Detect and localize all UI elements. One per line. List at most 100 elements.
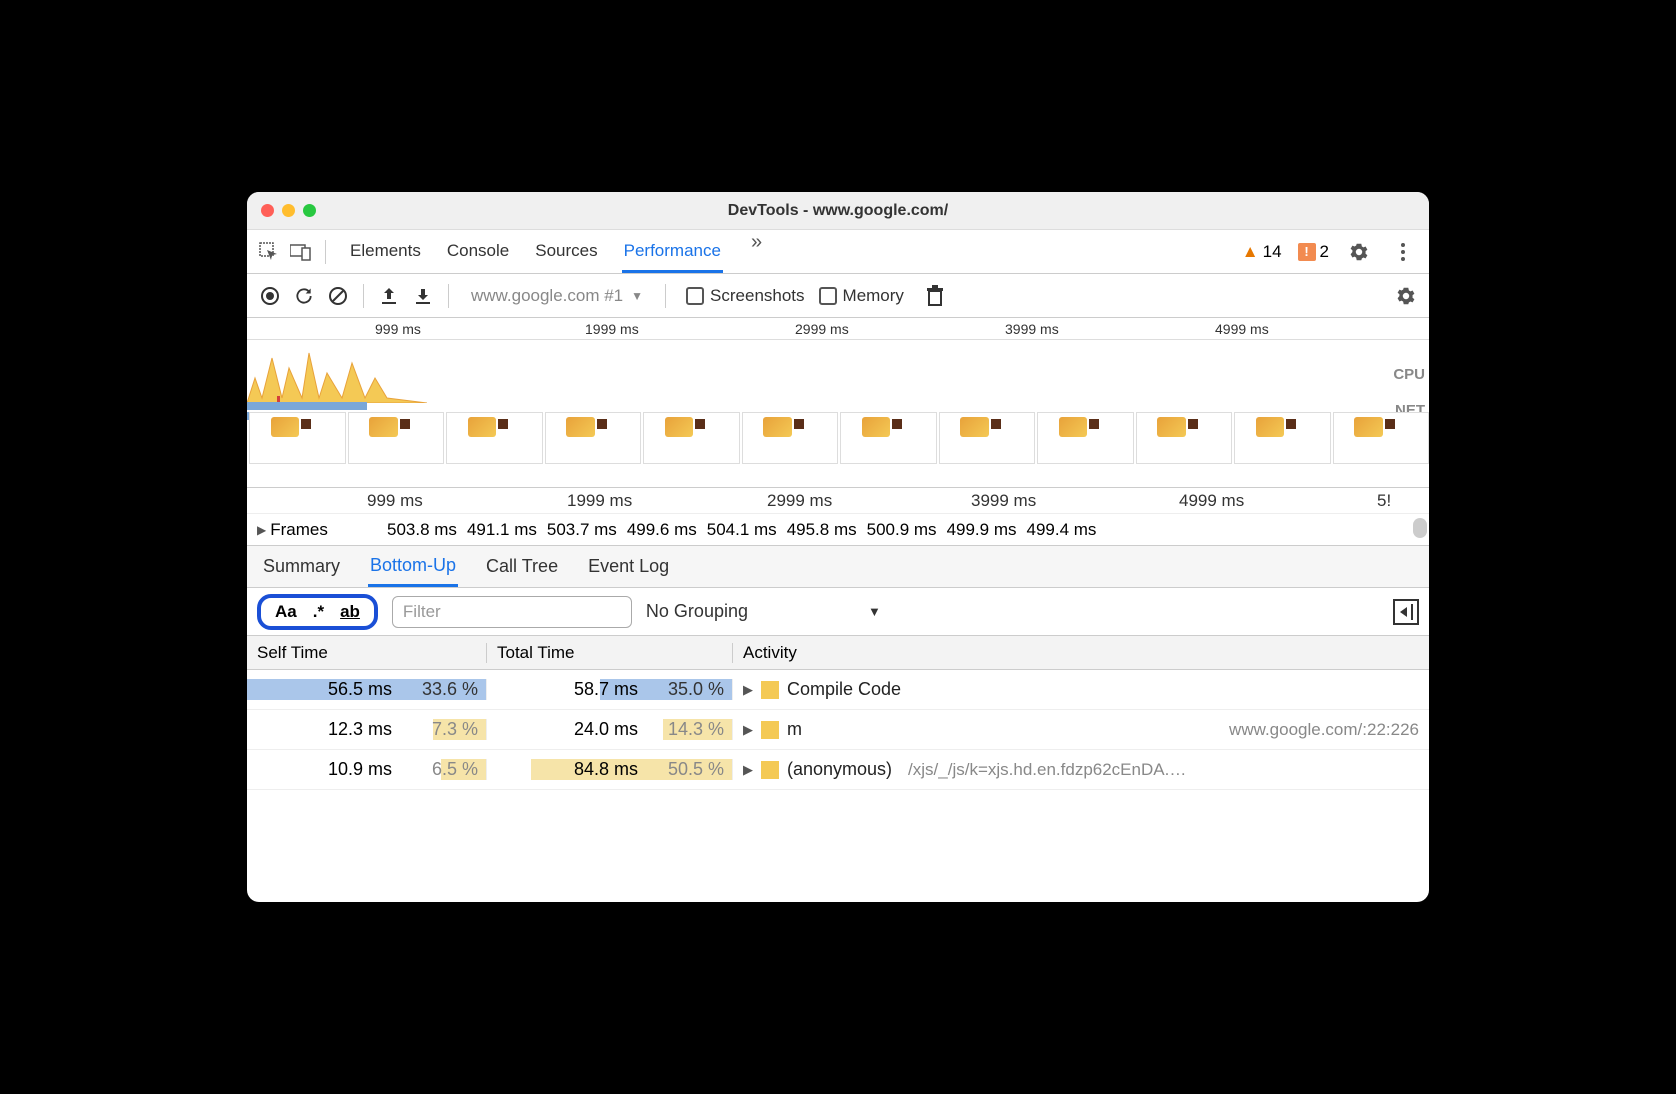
settings-icon[interactable] bbox=[1345, 238, 1373, 266]
more-menu-icon[interactable] bbox=[1389, 238, 1417, 266]
col-self-time[interactable]: Self Time bbox=[247, 643, 487, 663]
bottom-up-table: Self Time Total Time Activity 56.5 ms 33… bbox=[247, 636, 1429, 902]
self-time: 12.3 ms bbox=[292, 719, 392, 740]
chevron-down-icon: ▼ bbox=[631, 289, 643, 303]
filter-input[interactable] bbox=[392, 596, 632, 628]
frame-time: 503.8 ms bbox=[387, 520, 457, 540]
issues-button[interactable]: ! 2 bbox=[1298, 242, 1329, 262]
tab-elements[interactable]: Elements bbox=[348, 231, 423, 273]
more-tabs-button[interactable]: » bbox=[745, 231, 768, 273]
table-row[interactable]: 12.3 ms 7.3 % 24.0 ms 14.3 % ▶ m www.goo… bbox=[247, 710, 1429, 750]
tab-performance[interactable]: Performance bbox=[622, 231, 723, 273]
issues-count: 2 bbox=[1320, 242, 1329, 262]
tab-call-tree[interactable]: Call Tree bbox=[484, 548, 560, 585]
grouping-selector[interactable]: No Grouping ▼ bbox=[646, 601, 881, 622]
timeline-overview[interactable]: 999 ms 1999 ms 2999 ms 3999 ms 4999 ms C… bbox=[247, 318, 1429, 488]
inspect-element-icon[interactable] bbox=[255, 238, 283, 266]
cpu-waveform bbox=[247, 348, 427, 403]
activity-name: (anonymous) bbox=[787, 759, 892, 780]
table-header: Self Time Total Time Activity bbox=[247, 636, 1429, 670]
download-button[interactable] bbox=[408, 281, 438, 311]
frames-label: Frames bbox=[270, 520, 328, 540]
filter-toolbar: Aa .* ab No Grouping ▼ bbox=[247, 588, 1429, 636]
upload-button[interactable] bbox=[374, 281, 404, 311]
record-button[interactable] bbox=[255, 281, 285, 311]
filmstrip-frame[interactable] bbox=[939, 412, 1036, 464]
filmstrip-frame[interactable] bbox=[1037, 412, 1134, 464]
activity-source[interactable]: www.google.com/:22:226 bbox=[1229, 720, 1419, 740]
match-case-button[interactable]: Aa bbox=[275, 602, 297, 622]
scrollbar-thumb[interactable] bbox=[1413, 518, 1427, 538]
total-time: 24.0 ms bbox=[538, 719, 638, 740]
frames-track[interactable]: ▶ Frames 503.8 ms 491.1 ms 503.7 ms 499.… bbox=[247, 514, 1429, 546]
warnings-button[interactable]: ▲ 14 bbox=[1242, 242, 1282, 262]
overview-ruler: 999 ms 1999 ms 2999 ms 3999 ms 4999 ms bbox=[247, 318, 1429, 340]
filmstrip-frame[interactable] bbox=[545, 412, 642, 464]
self-pct: 33.6 % bbox=[398, 679, 478, 700]
memory-checkbox[interactable]: Memory bbox=[819, 286, 904, 306]
warnings-count: 14 bbox=[1263, 242, 1282, 262]
self-pct: 6.5 % bbox=[398, 759, 478, 780]
activity-category-icon bbox=[761, 761, 779, 779]
screenshots-checkbox[interactable]: Screenshots bbox=[686, 286, 805, 306]
col-activity[interactable]: Activity bbox=[733, 643, 1429, 663]
clear-button[interactable] bbox=[323, 281, 353, 311]
total-time: 84.8 ms bbox=[538, 759, 638, 780]
filmstrip-frame[interactable] bbox=[1234, 412, 1331, 464]
table-row[interactable]: 10.9 ms 6.5 % 84.8 ms 50.5 % ▶ (anonymou… bbox=[247, 750, 1429, 790]
filmstrip-frame[interactable] bbox=[249, 412, 346, 464]
frame-times: 503.8 ms 491.1 ms 503.7 ms 499.6 ms 504.… bbox=[387, 520, 1096, 540]
expand-icon[interactable]: ▶ bbox=[743, 722, 753, 738]
tab-summary[interactable]: Summary bbox=[261, 548, 342, 585]
toggle-sidebar-button[interactable] bbox=[1393, 599, 1419, 625]
frame-time: 495.8 ms bbox=[787, 520, 857, 540]
recording-label: www.google.com #1 bbox=[471, 286, 623, 306]
whole-word-button[interactable]: ab bbox=[340, 602, 360, 622]
tab-sources[interactable]: Sources bbox=[533, 231, 599, 273]
ruler-tick: 1999 ms bbox=[585, 321, 639, 337]
ruler-tick: 999 ms bbox=[375, 321, 421, 337]
filmstrip-frame[interactable] bbox=[840, 412, 937, 464]
regex-button[interactable]: .* bbox=[313, 602, 324, 622]
activity-source[interactable]: /xjs/_/js/k=xjs.hd.en.fdzp62cEnDA.… bbox=[908, 760, 1186, 780]
filmstrip-frame[interactable] bbox=[1136, 412, 1233, 464]
ruler-tick: 3999 ms bbox=[1005, 321, 1059, 337]
filmstrip-frame[interactable] bbox=[348, 412, 445, 464]
divider bbox=[448, 284, 449, 308]
filmstrip-frame[interactable] bbox=[643, 412, 740, 464]
self-time: 56.5 ms bbox=[292, 679, 392, 700]
overview-body: CPU NET bbox=[247, 340, 1429, 410]
expand-icon[interactable]: ▶ bbox=[743, 762, 753, 778]
col-total-time[interactable]: Total Time bbox=[487, 643, 733, 663]
frames-track-header[interactable]: ▶ Frames bbox=[257, 520, 357, 540]
title-bar: DevTools - www.google.com/ bbox=[247, 192, 1429, 230]
frame-time: 499.9 ms bbox=[947, 520, 1017, 540]
table-row[interactable]: 56.5 ms 33.6 % 58.7 ms 35.0 % ▶ Compile … bbox=[247, 670, 1429, 710]
checkbox-icon bbox=[819, 287, 837, 305]
devtools-window: DevTools - www.google.com/ Elements Cons… bbox=[247, 192, 1429, 902]
capture-settings-icon[interactable] bbox=[1391, 281, 1421, 311]
delete-button[interactable] bbox=[920, 281, 950, 311]
filmstrip-frame[interactable] bbox=[446, 412, 543, 464]
tab-bottom-up[interactable]: Bottom-Up bbox=[368, 547, 458, 587]
ruler-tick: 2999 ms bbox=[767, 491, 832, 511]
frame-time: 499.6 ms bbox=[627, 520, 697, 540]
divider bbox=[665, 284, 666, 308]
recording-selector[interactable]: www.google.com #1 ▼ bbox=[459, 286, 655, 306]
total-pct: 14.3 % bbox=[644, 719, 724, 740]
expand-icon[interactable]: ▶ bbox=[743, 682, 753, 698]
chevron-down-icon: ▼ bbox=[868, 604, 881, 619]
filmstrip-frame[interactable] bbox=[1333, 412, 1430, 464]
self-pct: 7.3 % bbox=[398, 719, 478, 740]
filmstrip-frame[interactable] bbox=[742, 412, 839, 464]
ruler-tick: 2999 ms bbox=[795, 321, 849, 337]
detail-ruler: 999 ms 1999 ms 2999 ms 3999 ms 4999 ms 5… bbox=[247, 488, 1429, 514]
tab-event-log[interactable]: Event Log bbox=[586, 548, 671, 585]
activity-category-icon bbox=[761, 721, 779, 739]
ruler-tick: 4999 ms bbox=[1215, 321, 1269, 337]
total-pct: 50.5 % bbox=[644, 759, 724, 780]
reload-record-button[interactable] bbox=[289, 281, 319, 311]
tab-console[interactable]: Console bbox=[445, 231, 511, 273]
issue-icon: ! bbox=[1298, 243, 1316, 261]
device-toolbar-icon[interactable] bbox=[287, 238, 315, 266]
